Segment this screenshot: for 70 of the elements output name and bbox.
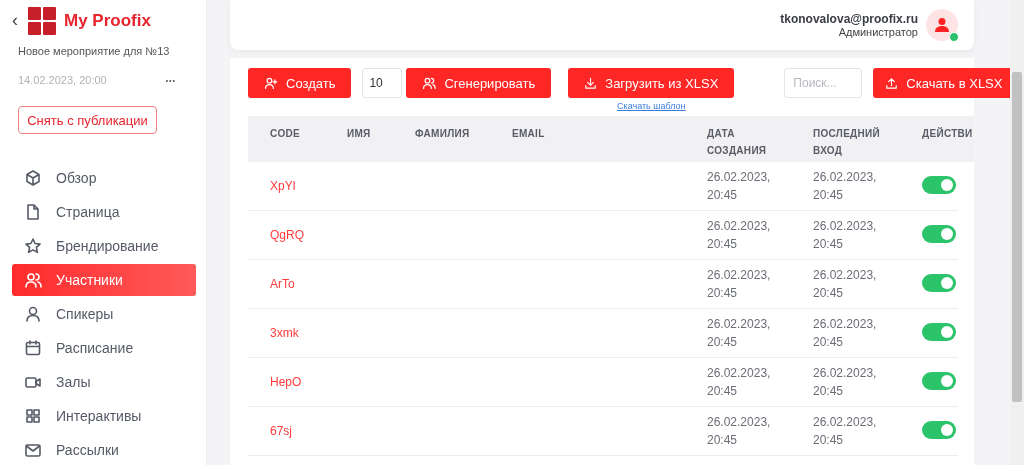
toggle-switch[interactable] xyxy=(922,273,956,292)
calendar-icon xyxy=(24,339,42,357)
table-cell-text: 26.02.2023, 20:45 xyxy=(707,414,772,449)
user-email: tkonovalova@proofix.ru xyxy=(780,12,918,26)
table-cell-text: 26.02.2023, 20:45 xyxy=(813,365,878,400)
generate-button[interactable]: Сгенерировать xyxy=(406,68,552,98)
participant-code[interactable]: ArTo xyxy=(270,275,350,293)
table-cell-text: 26.02.2023, 20:45 xyxy=(707,365,772,400)
upload-button[interactable]: Загрузить из XLSX xyxy=(568,68,735,98)
toggle-switch[interactable] xyxy=(922,175,956,194)
column-header: ФАМИЛИЯ xyxy=(415,127,471,141)
cube-icon xyxy=(24,169,42,187)
users-icon xyxy=(422,76,437,90)
users-icon xyxy=(24,271,42,289)
table-cell-text: 26.02.2023, 20:45 xyxy=(813,316,878,351)
scrollbar-thumb[interactable] xyxy=(1012,72,1022,402)
table-cell-text: 26.02.2023, 20:45 xyxy=(813,267,878,302)
sidebar-item[interactable]: Страница xyxy=(12,196,196,228)
column-header: CODE xyxy=(270,127,302,141)
user-icon xyxy=(934,17,950,33)
user-icon xyxy=(24,305,42,323)
star-icon xyxy=(24,237,42,255)
column-header: ПОСЛЕДНИЙ ВХОД xyxy=(813,126,882,158)
event-title: Новое мероприятие для №13 xyxy=(18,45,171,57)
participant-code[interactable]: QgRQ xyxy=(270,226,350,244)
upload-icon xyxy=(885,76,899,90)
create-button[interactable]: Создать xyxy=(248,68,352,98)
column-header: ДАТА СОЗДАНИЯ xyxy=(707,127,768,158)
sidebar-item[interactable]: Участники xyxy=(12,264,196,296)
download-template-link[interactable]: Скачать шаблон xyxy=(617,101,686,111)
grid-icon xyxy=(24,407,42,425)
toggle-switch[interactable] xyxy=(922,371,956,390)
table-cell-text: 26.02.2023, 20:45 xyxy=(707,316,772,351)
sidebar-item[interactable]: Спикеры xyxy=(12,298,196,330)
sidebar-item[interactable]: Обзор xyxy=(12,162,196,194)
unpublish-button[interactable]: Снять с публикации xyxy=(18,106,157,134)
participant-code[interactable]: HepO xyxy=(270,373,350,391)
user-role: Администратор xyxy=(838,26,918,38)
count-field[interactable]: 10 xyxy=(362,68,403,98)
search-field[interactable]: Поиск... xyxy=(784,68,863,98)
download-icon xyxy=(584,76,598,90)
avatar[interactable] xyxy=(926,9,958,41)
table-cell-text: 26.02.2023, 20:45 xyxy=(707,169,772,204)
participant-code[interactable]: XpYl xyxy=(270,177,350,195)
document-icon xyxy=(24,203,42,221)
participant-code[interactable]: 67sj xyxy=(270,422,350,440)
table-cell-text: 26.02.2023, 20:45 xyxy=(813,414,878,449)
brand-name: My Proofix xyxy=(64,10,151,31)
toggle-switch[interactable] xyxy=(922,224,956,243)
sidebar-item[interactable]: Рассылки xyxy=(12,434,196,465)
back-icon[interactable]: ‹ xyxy=(12,10,18,31)
toggle-switch[interactable] xyxy=(922,420,956,439)
sidebar-item[interactable]: Брендирование xyxy=(12,230,196,262)
column-header: ДЕЙСТВИ xyxy=(922,126,974,141)
table-cell-text: 26.02.2023, 20:45 xyxy=(813,218,878,253)
envelope-icon xyxy=(24,441,42,459)
table-cell-text: 26.02.2023, 20:45 xyxy=(707,218,772,253)
add-user-icon xyxy=(264,76,278,90)
toggle-switch[interactable] xyxy=(922,322,956,341)
logo-icon xyxy=(28,6,56,35)
sidebar-item[interactable]: Интерактивы xyxy=(12,400,196,432)
column-header: ИМЯ xyxy=(347,127,372,141)
event-date: 14.02.2023, 20:00 xyxy=(18,74,107,86)
sidebar-item[interactable]: Расписание xyxy=(12,332,196,364)
sidebar-item[interactable]: Залы xyxy=(12,366,196,398)
table-cell-text: 26.02.2023, 20:45 xyxy=(707,267,772,302)
download-button[interactable]: Скачать в XLSX xyxy=(873,68,1010,98)
column-header: EMAIL xyxy=(512,127,546,141)
participant-code[interactable]: 3xmk xyxy=(270,324,350,342)
table-cell-text: 26.02.2023, 20:45 xyxy=(813,169,878,204)
